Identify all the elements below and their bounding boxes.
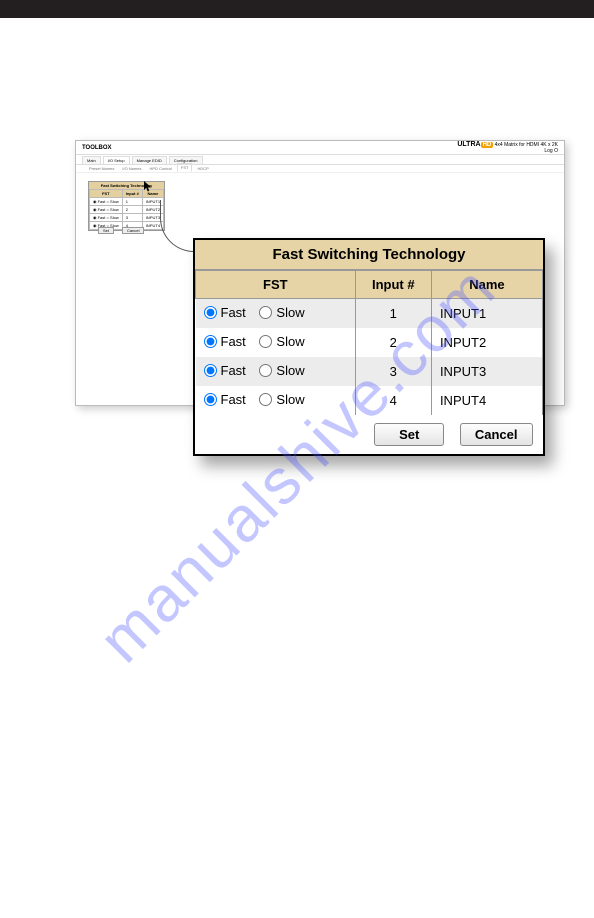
radio-fast[interactable]: Fast [204,334,246,349]
radio-fast-input[interactable] [204,335,217,348]
fst-cell: Fast Slow [196,328,356,357]
mini-row-fst: ◉ Fast ○ Slow [90,214,123,222]
subtab-io-names[interactable]: I/O Names [119,165,144,172]
tab-main[interactable]: Main [82,156,101,164]
tab-io-setup[interactable]: I/O Setup [103,156,130,164]
logout-link[interactable]: Log O [544,148,558,154]
table-row: Fast Slow 4 INPUT4 [196,386,543,415]
col-input: Input # [355,271,431,299]
radio-fast-label: Fast [221,334,246,349]
subtab-hpd-control[interactable]: HPD Control [146,165,174,172]
radio-fast-label: Fast [221,392,246,407]
name-cell: INPUT3 [431,357,542,386]
name-cell: INPUT1 [431,299,542,329]
fst-panel-title: Fast Switching Technology [195,240,543,270]
callout-connector [160,200,161,218]
fst-cell: Fast Slow [196,386,356,415]
radio-fast-input[interactable] [204,364,217,377]
tab-manage-edid[interactable]: Manage EDID [132,156,167,164]
col-name: Name [431,271,542,299]
titlebar-right: ULTRAHD 4x4 Matrix for HDMI 4K x 2K Log … [457,142,558,154]
table-row: Fast Slow 1 INPUT1 [196,299,543,329]
fst-cell: Fast Slow [196,357,356,386]
radio-fast[interactable]: Fast [204,305,246,320]
radio-fast[interactable]: Fast [204,363,246,378]
radio-slow[interactable]: Slow [259,392,304,407]
hd-badge: HD [481,142,494,148]
fst-table: FST Input # Name Fast Slow 1 INPUT1 Fa [195,270,543,454]
input-number-cell: 4 [355,386,431,415]
mini-buttons: Set Cancel [98,227,144,234]
input-number-cell: 2 [355,328,431,357]
name-cell: INPUT2 [431,328,542,357]
radio-slow-label: Slow [276,305,304,320]
mini-fst-table: Fast Switching Technology FST Input # Na… [88,181,165,231]
mini-col-input: Input # [122,190,142,198]
radio-slow-input[interactable] [259,364,272,377]
button-row: Set Cancel [196,415,543,454]
radio-slow-input[interactable] [259,393,272,406]
col-fst: FST [196,271,356,299]
mini-row-fst: ◉ Fast ○ Slow [90,198,123,206]
mini-cancel-button[interactable]: Cancel [122,227,144,234]
radio-fast[interactable]: Fast [204,392,246,407]
name-cell: INPUT4 [431,386,542,415]
ultra-logo: ULTRAHD [457,141,493,148]
titlebar: TOOLBOX ULTRAHD 4x4 Matrix for HDMI 4K x… [76,141,564,155]
radio-fast-input[interactable] [204,393,217,406]
radio-slow-label: Slow [276,392,304,407]
input-number-cell: 1 [355,299,431,329]
radio-slow[interactable]: Slow [259,334,304,349]
main-tabs: Main I/O Setup Manage EDID Configuration [76,155,564,165]
table-row: Fast Slow 3 INPUT3 [196,357,543,386]
subtab-preset-names[interactable]: Preset Names [86,165,117,172]
radio-slow-input[interactable] [259,335,272,348]
ultra-logo-text: ULTRA [457,141,480,148]
subtab-hdcp[interactable]: HDCP [194,165,211,172]
cancel-button[interactable]: Cancel [460,423,533,446]
mini-set-button[interactable]: Set [98,227,114,234]
radio-slow-label: Slow [276,334,304,349]
subtab-fst[interactable]: FST [177,163,193,172]
radio-slow-label: Slow [276,363,304,378]
mini-row-idx: 3 [122,214,142,222]
fst-panel: Fast Switching Technology FST Input # Na… [193,238,545,456]
fst-cell: Fast Slow [196,299,356,329]
mini-row-idx: 1 [122,198,142,206]
radio-slow-input[interactable] [259,306,272,319]
page-body: manualshive.com TOOLBOX ULTRAHD 4x4 Matr… [0,18,594,918]
input-number-cell: 3 [355,357,431,386]
radio-fast-label: Fast [221,305,246,320]
mini-row-fst: ◉ Fast ○ Slow [90,206,123,214]
table-row: Fast Slow 2 INPUT2 [196,328,543,357]
radio-fast-input[interactable] [204,306,217,319]
page-header-band [0,0,594,18]
radio-slow[interactable]: Slow [259,305,304,320]
radio-fast-label: Fast [221,363,246,378]
radio-slow[interactable]: Slow [259,363,304,378]
mini-col-fst: FST [90,190,123,198]
app-title: TOOLBOX [82,145,112,151]
mini-row-idx: 2 [122,206,142,214]
set-button[interactable]: Set [374,423,444,446]
sub-tabs: Preset Names I/O Names HPD Control FST H… [76,165,564,173]
